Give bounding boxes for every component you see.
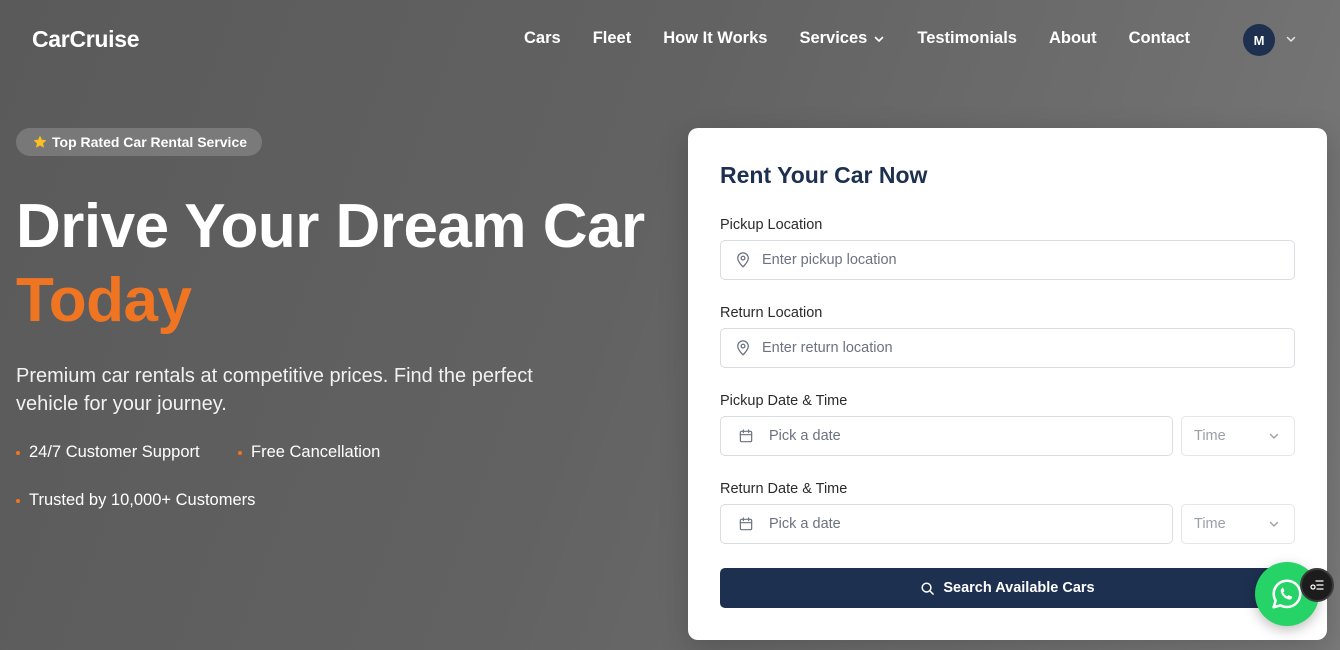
top-rated-badge: Top Rated Car Rental Service — [16, 128, 263, 156]
form-title: Rent Your Car Now — [720, 162, 928, 188]
chevron-down-icon — [1268, 430, 1280, 442]
chevron-down-icon — [873, 33, 885, 45]
nav-link-cars[interactable]: Cars — [524, 29, 561, 48]
floating-menu-widget[interactable] — [1300, 568, 1334, 602]
nav-link-fleet[interactable]: Fleet — [593, 29, 632, 48]
menu-widget-icon — [1309, 577, 1325, 593]
whatsapp-icon — [1270, 577, 1304, 611]
hero-subtitle: Premium car rentals at competitive price… — [16, 365, 533, 415]
calendar-icon — [738, 428, 754, 444]
pickup-location-label: Pickup Location — [720, 217, 823, 233]
pickup-date-placeholder: Pick a date — [769, 428, 841, 444]
pickup-location-input[interactable]: Enter pickup location — [720, 240, 1295, 280]
hero-title-accent: Today — [16, 266, 192, 335]
user-avatar[interactable]: M — [1243, 24, 1275, 56]
top-navbar: CarCruise Cars Fleet How It Works Servic… — [0, 0, 1340, 80]
bullet-dot — [238, 450, 242, 455]
return-location-label: Return Location — [720, 305, 823, 321]
search-button-label: Search Available Cars — [943, 580, 1095, 596]
map-pin-icon — [734, 339, 752, 357]
return-location-placeholder: Enter return location — [762, 340, 893, 356]
feature-item: 24/7 Customer Support — [16, 443, 200, 462]
return-date-picker[interactable]: Pick a date — [720, 504, 1173, 544]
brand-logo[interactable]: CarCruise — [32, 26, 140, 53]
search-available-cars-button[interactable]: Search Available Cars — [720, 568, 1295, 608]
feature-item: Free Cancellation — [238, 443, 380, 462]
chevron-down-icon[interactable] — [1285, 33, 1297, 45]
nav-link-how-it-works[interactable]: How It Works — [663, 29, 767, 48]
pickup-datetime-label: Pickup Date & Time — [720, 393, 848, 409]
return-time-placeholder: Time — [1194, 516, 1226, 532]
bullet-dot — [16, 498, 20, 503]
feature-label: Trusted by 10,000+ Customers — [29, 491, 256, 509]
pickup-date-picker[interactable]: Pick a date — [720, 416, 1173, 456]
return-time-select[interactable]: Time — [1181, 504, 1295, 544]
calendar-icon — [738, 516, 754, 532]
bullet-dot — [16, 450, 20, 455]
hero-title-line1: Drive Your Dream Car — [16, 192, 645, 261]
pickup-time-placeholder: Time — [1194, 428, 1226, 444]
nav-link-about[interactable]: About — [1049, 29, 1097, 48]
badge-label: Top Rated Car Rental Service — [52, 134, 248, 150]
map-pin-icon — [734, 251, 752, 269]
pickup-time-select[interactable]: Time — [1181, 416, 1295, 456]
hero-title: Drive Your Dream Car Today — [16, 190, 645, 338]
feature-item: Trusted by 10,000+ Customers — [16, 491, 255, 510]
feature-label: 24/7 Customer Support — [29, 443, 200, 461]
nav-link-contact[interactable]: Contact — [1129, 29, 1190, 48]
rental-form-card: Rent Your Car Now Pickup Location Enter … — [688, 128, 1327, 640]
chevron-down-icon — [1268, 518, 1280, 530]
nav-link-testimonials[interactable]: Testimonials — [917, 29, 1017, 48]
return-date-placeholder: Pick a date — [769, 516, 841, 532]
feature-label: Free Cancellation — [251, 443, 381, 461]
search-icon — [920, 581, 935, 596]
pickup-location-placeholder: Enter pickup location — [762, 252, 897, 268]
return-datetime-label: Return Date & Time — [720, 481, 848, 497]
nav-link-services-label: Services — [799, 29, 868, 47]
star-icon — [32, 134, 48, 150]
return-location-input[interactable]: Enter return location — [720, 328, 1295, 368]
nav-link-services[interactable]: Services — [799, 29, 885, 48]
nav-links: Cars Fleet How It Works Services Testimo… — [524, 29, 1222, 48]
